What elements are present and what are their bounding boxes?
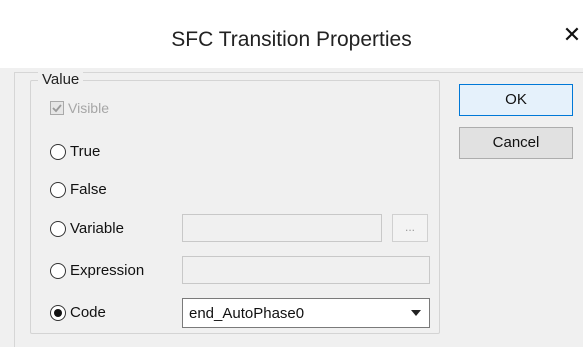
- radio-expression-button[interactable]: [50, 262, 66, 279]
- expression-input: [182, 256, 430, 284]
- value-group-legend: Value: [38, 71, 84, 88]
- code-dropdown-value: end_AutoPhase0: [189, 305, 305, 322]
- sfc-transition-properties-dialog: SFC Transition Properties ✕ Value Visibl…: [0, 0, 583, 347]
- radio-expression[interactable]: Expression: [50, 262, 144, 279]
- close-icon[interactable]: ✕: [561, 24, 583, 46]
- radio-code[interactable]: Code: [50, 304, 106, 321]
- radio-code-label: Code: [70, 304, 106, 321]
- value-group-box: [30, 80, 440, 334]
- radio-false-button[interactable]: [50, 181, 66, 198]
- cancel-button[interactable]: Cancel: [459, 127, 573, 159]
- radio-expression-label: Expression: [70, 262, 145, 279]
- radio-false[interactable]: False: [50, 181, 107, 198]
- title-bar: SFC Transition Properties ✕: [0, 0, 583, 78]
- radio-true[interactable]: True: [50, 143, 100, 160]
- radio-variable-label: Variable: [70, 220, 124, 237]
- visible-checkbox-label: Visible: [68, 100, 109, 116]
- visible-checkbox: [50, 101, 64, 115]
- radio-variable-button[interactable]: [50, 220, 66, 237]
- radio-variable[interactable]: Variable: [50, 220, 124, 237]
- visible-checkbox-row: Visible: [50, 100, 109, 116]
- variable-browse-button: ...: [392, 214, 428, 242]
- check-icon: [52, 104, 62, 113]
- chevron-down-icon[interactable]: [411, 310, 421, 316]
- radio-true-label: True: [70, 143, 101, 160]
- code-dropdown[interactable]: end_AutoPhase0: [182, 298, 430, 328]
- dialog-title: SFC Transition Properties: [171, 28, 412, 51]
- ok-button[interactable]: OK: [459, 84, 573, 116]
- radio-true-button[interactable]: [50, 143, 66, 160]
- radio-false-label: False: [70, 181, 107, 198]
- radio-code-button[interactable]: [50, 304, 66, 321]
- variable-input: [182, 214, 382, 242]
